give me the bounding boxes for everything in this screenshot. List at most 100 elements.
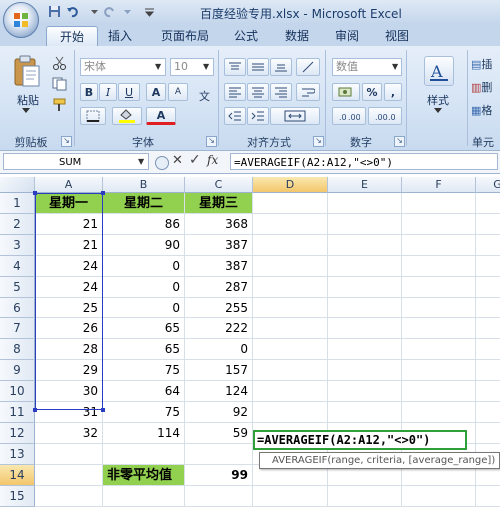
cell[interactable]	[402, 381, 476, 402]
row-header-6[interactable]: 6	[0, 298, 35, 318]
shrink-font-button[interactable]: A	[168, 83, 188, 101]
row-header-3[interactable]: 3	[0, 235, 35, 256]
cell[interactable]	[328, 256, 402, 277]
column-header-g[interactable]: G	[476, 177, 500, 193]
wrap-text-button[interactable]	[296, 83, 320, 101]
tab-review[interactable]: 审阅	[333, 26, 361, 46]
cell[interactable]	[35, 444, 103, 465]
header-cell[interactable]: 星期二	[103, 193, 185, 214]
row-header-9[interactable]: 9	[0, 360, 35, 381]
cell[interactable]	[476, 193, 500, 214]
paste-dropdown-icon[interactable]	[22, 108, 30, 114]
insert-cells-button[interactable]: ▤插	[471, 56, 500, 72]
cell[interactable]	[402, 339, 476, 360]
redo-dropdown-icon[interactable]	[121, 5, 134, 18]
name-box-dropdown-icon[interactable]: ▼	[138, 157, 144, 166]
tab-data[interactable]: 数据	[283, 26, 311, 46]
align-right-button[interactable]	[270, 83, 292, 101]
cell[interactable]	[476, 318, 500, 339]
column-header-c[interactable]: C	[185, 177, 253, 193]
data-cell[interactable]: 114	[103, 423, 185, 444]
header-cell[interactable]: 星期三	[185, 193, 253, 214]
cell[interactable]	[185, 444, 253, 465]
align-center-button[interactable]	[247, 83, 269, 101]
styles-button[interactable]: A	[424, 56, 454, 86]
cell[interactable]	[253, 214, 328, 235]
decrease-indent-button[interactable]	[224, 107, 246, 125]
cell[interactable]	[253, 360, 328, 381]
tab-view[interactable]: 视图	[383, 26, 411, 46]
cell[interactable]	[328, 402, 402, 423]
data-cell[interactable]: 157	[185, 360, 253, 381]
cell[interactable]	[402, 235, 476, 256]
row-header-5[interactable]: 5	[0, 277, 35, 298]
align-middle-button[interactable]	[247, 58, 269, 76]
cell[interactable]	[253, 277, 328, 298]
cell[interactable]	[328, 486, 402, 507]
cell[interactable]	[253, 381, 328, 402]
font-name-dropdown-icon[interactable]: ▼	[155, 62, 161, 71]
italic-button[interactable]: I	[99, 83, 117, 101]
data-cell[interactable]: 90	[103, 235, 185, 256]
delete-cells-button[interactable]: ▥删	[471, 79, 500, 95]
cell[interactable]	[253, 486, 328, 507]
cell[interactable]	[253, 256, 328, 277]
column-header-e[interactable]: E	[328, 177, 402, 193]
cancel-icon[interactable]: ✕	[172, 153, 183, 168]
data-cell[interactable]: 387	[185, 235, 253, 256]
cell[interactable]	[328, 318, 402, 339]
cell[interactable]	[402, 298, 476, 318]
align-bottom-button[interactable]	[270, 58, 292, 76]
paste-icon[interactable]	[12, 54, 42, 88]
underline-button[interactable]: U	[118, 83, 140, 101]
data-cell[interactable]: 387	[185, 256, 253, 277]
font-name-combo[interactable]: 宋体	[80, 58, 166, 76]
paste-label[interactable]: 粘贴	[10, 92, 46, 108]
name-box[interactable]: SUM	[3, 153, 149, 170]
cell[interactable]	[402, 193, 476, 214]
tab-formulas[interactable]: 公式	[232, 26, 260, 46]
row-header-4[interactable]: 4	[0, 256, 35, 277]
row-header-7[interactable]: 7	[0, 318, 35, 339]
cell[interactable]	[402, 256, 476, 277]
cell[interactable]	[402, 214, 476, 235]
cell[interactable]	[476, 256, 500, 277]
data-cell[interactable]: 0	[103, 298, 185, 318]
cell[interactable]	[328, 214, 402, 235]
header-cell[interactable]: 星期一	[35, 193, 103, 214]
data-cell[interactable]: 24	[35, 256, 103, 277]
format-painter-icon[interactable]	[52, 98, 68, 112]
editing-cell-d14[interactable]: =AVERAGEIF(A2:A12,"<>0")	[253, 430, 467, 450]
font-size-dropdown-icon[interactable]: ▼	[203, 62, 209, 71]
font-launcher-icon[interactable]: ↘	[206, 136, 217, 147]
tab-insert[interactable]: 插入	[106, 26, 134, 46]
cell[interactable]	[253, 193, 328, 214]
cell[interactable]	[253, 298, 328, 318]
column-header-a[interactable]: A	[35, 177, 103, 193]
undo-icon[interactable]	[66, 5, 79, 18]
comma-button[interactable]: ,	[384, 83, 402, 101]
fill-color-button[interactable]	[112, 107, 142, 125]
cell[interactable]	[476, 486, 500, 507]
clipboard-launcher-icon[interactable]: ↘	[61, 136, 72, 147]
cell[interactable]	[476, 277, 500, 298]
number-format-dropdown-icon[interactable]: ▼	[392, 62, 398, 71]
selection-handle[interactable]	[101, 191, 105, 195]
data-cell[interactable]: 222	[185, 318, 253, 339]
merge-center-button[interactable]	[270, 107, 320, 125]
cell[interactable]	[328, 339, 402, 360]
enter-icon[interactable]: ✓	[189, 152, 201, 168]
formula-input[interactable]: =AVERAGEIF(A2:A12,"<>0")	[230, 153, 498, 170]
data-cell[interactable]: 21	[35, 214, 103, 235]
data-cell[interactable]: 26	[35, 318, 103, 339]
data-cell[interactable]: 29	[35, 360, 103, 381]
orientation-button[interactable]	[296, 58, 320, 76]
cut-icon[interactable]	[52, 56, 68, 70]
cell[interactable]	[476, 381, 500, 402]
column-header-d[interactable]: D	[253, 177, 328, 193]
data-cell[interactable]: 368	[185, 214, 253, 235]
styles-dropdown-icon[interactable]	[434, 108, 442, 114]
fx-icon[interactable]: fx	[207, 153, 218, 167]
selection-handle[interactable]	[33, 408, 37, 412]
cell[interactable]	[402, 402, 476, 423]
